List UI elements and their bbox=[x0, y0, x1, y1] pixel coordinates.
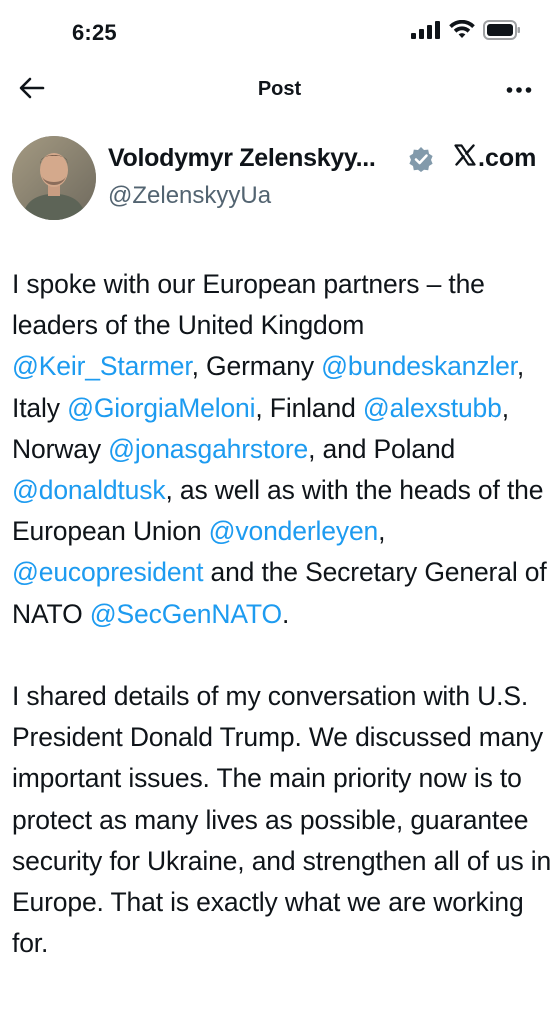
post-paragraph-1: I spoke with our European partners – the… bbox=[12, 264, 552, 635]
more-icon bbox=[506, 81, 532, 99]
post-text-segment: , and Poland bbox=[308, 433, 456, 464]
status-icons bbox=[411, 19, 521, 45]
battery-icon bbox=[483, 19, 521, 45]
author-header: Volodymyr Zelenskyy... .com @ZelenskyyUa bbox=[12, 136, 547, 224]
nav-bar: Post bbox=[0, 66, 559, 114]
status-bar: 6:25 bbox=[0, 0, 559, 66]
page-title: Post bbox=[257, 78, 302, 100]
post-text-segment: I spoke with our European partners – the… bbox=[12, 269, 485, 341]
post-text-segment: , Germany bbox=[191, 351, 322, 382]
mention-link[interactable]: @Keir_Starmer bbox=[12, 351, 192, 381]
source-domain: .com bbox=[478, 144, 537, 172]
post-text-segment: . bbox=[281, 598, 290, 629]
post-text-segment: , Finland bbox=[255, 392, 363, 423]
post-text: I spoke with our European partners – the… bbox=[12, 264, 552, 1006]
mention-link[interactable]: @alexstubb bbox=[363, 393, 502, 423]
verified-badge-icon bbox=[408, 146, 434, 172]
mention-link[interactable]: @eucopresident bbox=[12, 557, 203, 587]
author-name[interactable]: Volodymyr Zelenskyy... bbox=[108, 144, 376, 173]
mention-link[interactable]: @bundeskanzler bbox=[321, 351, 517, 381]
source-link[interactable]: .com bbox=[454, 144, 536, 173]
mention-link[interactable]: @GiorgiaMeloni bbox=[67, 393, 255, 423]
post-paragraph-2: I shared details of my conversation with… bbox=[12, 681, 552, 959]
mention-link[interactable]: @donaldtusk bbox=[12, 475, 166, 505]
mention-link[interactable]: @jonasgahrstore bbox=[108, 434, 308, 464]
avatar[interactable] bbox=[12, 136, 96, 220]
more-options-button[interactable] bbox=[501, 74, 537, 106]
post-text-segment: , bbox=[378, 516, 386, 547]
x-logo-icon bbox=[454, 144, 476, 173]
mention-link[interactable]: @SecGenNATO bbox=[90, 599, 282, 629]
mention-link[interactable]: @vonderleyen bbox=[209, 516, 379, 546]
wifi-icon bbox=[449, 19, 475, 45]
author-handle[interactable]: @ZelenskyyUa bbox=[108, 182, 271, 210]
status-time: 6:25 bbox=[72, 20, 117, 45]
cellular-signal-icon bbox=[411, 20, 441, 44]
